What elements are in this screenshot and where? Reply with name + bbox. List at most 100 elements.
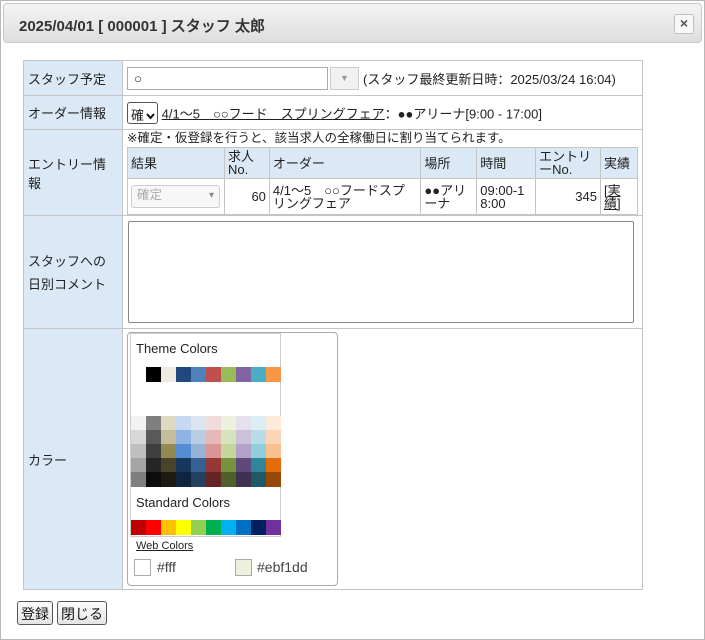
theme-shade-swatch[interactable]	[236, 472, 251, 487]
standard-color-swatch[interactable]	[146, 520, 161, 535]
cell-entry-no: 345	[535, 178, 601, 215]
theme-shade-swatch[interactable]	[191, 472, 206, 487]
theme-shade-swatch[interactable]	[206, 444, 221, 459]
theme-shade-swatch[interactable]	[206, 458, 221, 473]
col-place: 場所	[420, 147, 478, 179]
theme-shade-swatch[interactable]	[131, 430, 146, 445]
theme-shade-swatch[interactable]	[131, 444, 146, 459]
theme-color-swatch[interactable]	[251, 367, 266, 382]
theme-shade-swatch[interactable]	[131, 472, 146, 487]
staff-row: スタッフ予定 ○ ▼ (スタッフ最終更新日時：2025/03/24 16:04)	[23, 60, 643, 96]
theme-shade-swatch[interactable]	[146, 458, 161, 473]
entry-table: 結果 求人No. オーダー 場所 時間 エントリーNo. 実績 確定 ▾ 60 …	[127, 147, 639, 215]
theme-shade-swatch[interactable]	[161, 444, 176, 459]
theme-shade-swatch[interactable]	[251, 472, 266, 487]
standard-color-swatch[interactable]	[206, 520, 221, 535]
original-color-swatch[interactable]	[134, 559, 151, 576]
theme-color-swatch[interactable]	[146, 367, 161, 382]
theme-shade-swatch[interactable]	[146, 416, 161, 431]
theme-shade-swatch[interactable]	[176, 430, 191, 445]
theme-shade-swatch[interactable]	[191, 430, 206, 445]
theme-shade-swatch[interactable]	[236, 444, 251, 459]
theme-shade-swatch[interactable]	[146, 444, 161, 459]
col-order: オーダー	[268, 147, 422, 179]
theme-shade-swatch[interactable]	[221, 472, 236, 487]
theme-color-swatch[interactable]	[131, 367, 146, 382]
entry-note: ※確定・仮登録を行うと、該当求人の全稼働日に割り当てられます。	[127, 131, 511, 145]
standard-color-swatch[interactable]	[161, 520, 176, 535]
theme-shade-swatch[interactable]	[161, 430, 176, 445]
theme-shade-swatch[interactable]	[266, 416, 281, 431]
close-button[interactable]: 閉じる	[57, 601, 107, 625]
register-button[interactable]: 登録	[17, 601, 53, 625]
theme-shade-swatch[interactable]	[221, 430, 236, 445]
staff-label: スタッフ予定	[23, 60, 123, 96]
cell-order: 4/1～5 ○○フードスプリングフェア	[268, 178, 422, 215]
selected-color-swatch[interactable]	[235, 559, 252, 576]
chevron-down-icon: ▾	[208, 190, 214, 201]
standard-color-swatch[interactable]	[176, 520, 191, 535]
theme-shade-swatch[interactable]	[236, 430, 251, 445]
theme-shade-swatch[interactable]	[161, 416, 176, 431]
comment-textarea[interactable]	[128, 221, 634, 323]
theme-shade-swatch[interactable]	[206, 430, 221, 445]
theme-color-swatch[interactable]	[161, 367, 176, 382]
theme-color-swatch[interactable]	[266, 367, 281, 382]
theme-shade-swatch[interactable]	[176, 444, 191, 459]
order-link[interactable]: 4/1～5 ○○フード スプリングフェア	[162, 106, 385, 121]
theme-color-swatch[interactable]	[191, 367, 206, 382]
theme-shade-swatch[interactable]	[236, 458, 251, 473]
theme-shade-swatch[interactable]	[221, 458, 236, 473]
theme-shade-swatch[interactable]	[251, 430, 266, 445]
standard-color-swatch[interactable]	[191, 520, 206, 535]
staff-dropdown-button[interactable]: ▼	[330, 66, 359, 90]
theme-shade-swatch[interactable]	[191, 458, 206, 473]
theme-shade-swatch[interactable]	[236, 416, 251, 431]
theme-color-swatch[interactable]	[206, 367, 221, 382]
theme-shade-swatch[interactable]	[131, 458, 146, 473]
close-icon[interactable]: ×	[674, 14, 694, 34]
theme-shade-swatch[interactable]	[221, 416, 236, 431]
theme-shade-swatch[interactable]	[146, 472, 161, 487]
theme-shade-swatch[interactable]	[131, 416, 146, 431]
theme-shade-swatch[interactable]	[191, 416, 206, 431]
standard-color-swatch[interactable]	[266, 520, 281, 535]
schedule-form: スタッフ予定 ○ ▼ (スタッフ最終更新日時：2025/03/24 16:04) オ…	[23, 60, 643, 590]
theme-shade-swatch[interactable]	[266, 472, 281, 487]
theme-shade-swatch[interactable]	[161, 458, 176, 473]
theme-shade-swatch[interactable]	[251, 458, 266, 473]
theme-shade-swatch[interactable]	[266, 430, 281, 445]
col-record: 実績	[599, 147, 639, 179]
theme-shade-swatch[interactable]	[146, 430, 161, 445]
standard-color-swatch[interactable]	[236, 520, 251, 535]
theme-shade-swatch[interactable]	[176, 472, 191, 487]
theme-shade-swatch[interactable]	[206, 472, 221, 487]
color-palette: Theme Colors Standard Colors	[130, 333, 281, 537]
order-status-select[interactable]: 確	[127, 101, 159, 124]
dialog-titlebar[interactable]: 2025/04/01 [ 000001 ] スタッフ 太郎 ×	[3, 3, 702, 43]
staff-combobox-input[interactable]: ○	[127, 66, 328, 90]
theme-shade-swatch[interactable]	[176, 416, 191, 431]
standard-color-swatch[interactable]	[221, 520, 236, 535]
theme-color-swatch[interactable]	[236, 367, 251, 382]
theme-color-swatch[interactable]	[176, 367, 191, 382]
theme-shade-swatch[interactable]	[251, 416, 266, 431]
standard-color-swatch[interactable]	[251, 520, 266, 535]
order-detail: ：●●アリーナ[9:00 - 17:00]	[384, 106, 542, 121]
web-colors-link[interactable]: Web Colors	[136, 540, 193, 552]
theme-shade-swatch[interactable]	[266, 444, 281, 459]
theme-shade-swatch[interactable]	[161, 472, 176, 487]
theme-shade-swatch[interactable]	[266, 458, 281, 473]
standard-colors-heading: Standard Colors	[136, 495, 230, 510]
theme-shade-swatch[interactable]	[206, 416, 221, 431]
theme-color-swatch[interactable]	[221, 367, 236, 382]
theme-shade-swatch[interactable]	[251, 444, 266, 459]
theme-shade-swatch[interactable]	[221, 444, 236, 459]
standard-color-swatch[interactable]	[131, 520, 146, 535]
cell-time: 09:00-18:00	[476, 178, 537, 215]
selected-color-label: #ebf1dd	[257, 559, 308, 575]
theme-shade-swatch[interactable]	[176, 458, 191, 473]
staff-schedule-dialog: 2025/04/01 [ 000001 ] スタッフ 太郎 × スタッフ予定 ○…	[0, 0, 705, 640]
record-link[interactable]: [実績]	[599, 178, 639, 215]
theme-shade-swatch[interactable]	[191, 444, 206, 459]
